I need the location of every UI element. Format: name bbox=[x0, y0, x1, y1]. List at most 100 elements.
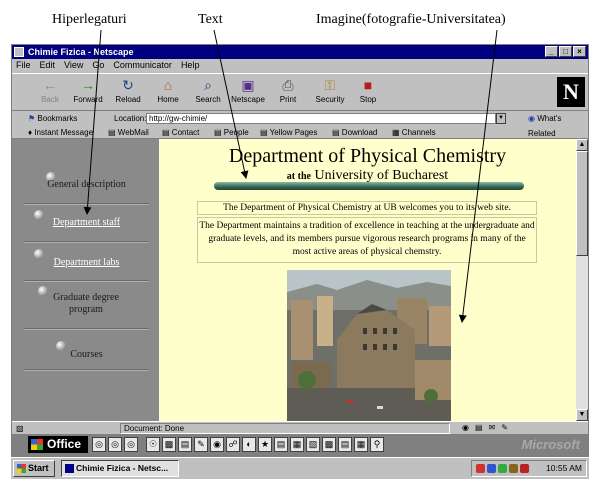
security-button[interactable]: ⚿ Security bbox=[310, 76, 350, 109]
status-bar: ▧ Document: Done ◉▤✉✎ bbox=[12, 421, 588, 434]
netscape-icon: ▣ bbox=[241, 77, 255, 93]
menu-file[interactable]: File bbox=[16, 59, 31, 72]
office-app-icon[interactable]: ▤ bbox=[274, 437, 288, 452]
office-app-icon[interactable]: ▧ bbox=[306, 437, 320, 452]
office-app-icon[interactable]: ★ bbox=[258, 437, 272, 452]
security-lock-icon: ⚿ bbox=[324, 77, 336, 93]
menu-bar: File Edit View Go Communicator Help bbox=[12, 59, 588, 72]
instant-message-link[interactable]: ♦ Instant Message bbox=[28, 126, 93, 139]
download-link[interactable]: ▤ Download bbox=[332, 126, 377, 139]
sidebar-link-department-staff[interactable]: Department staff bbox=[24, 217, 149, 228]
sidebar-item-general-description[interactable]: General description bbox=[24, 179, 149, 190]
tray-icon[interactable] bbox=[520, 464, 529, 473]
welcome-text: The Department of Physical Chemistry at … bbox=[197, 201, 537, 215]
windows-flag-icon bbox=[17, 464, 26, 473]
location-toolbar: ⚑ Bookmarks Location: http://gw-chimie/ … bbox=[12, 111, 588, 138]
contact-link[interactable]: ▤ Contact bbox=[162, 126, 199, 139]
reload-button[interactable]: ↻ Reload bbox=[108, 76, 148, 109]
office-app-icon[interactable]: ▩ bbox=[322, 437, 336, 452]
taskbar-clock[interactable]: 10:55 AM bbox=[546, 461, 582, 476]
related-icon: ◉ bbox=[528, 114, 535, 123]
menu-view[interactable]: View bbox=[64, 59, 83, 72]
office-app-icon[interactable]: ◎ bbox=[108, 437, 122, 452]
webmail-link[interactable]: ▤ WebMail bbox=[108, 126, 149, 139]
office-app-icon[interactable]: ▩ bbox=[162, 437, 176, 452]
menu-help[interactable]: Help bbox=[181, 59, 200, 72]
stop-icon: ■ bbox=[363, 77, 373, 93]
bookmark-page-icon: ▤ bbox=[214, 128, 222, 137]
office-app-icon[interactable]: ▤ bbox=[178, 437, 192, 452]
netscape-app-icon bbox=[14, 47, 24, 57]
search-icon: ⌕ bbox=[204, 77, 212, 93]
system-tray: 10:55 AM bbox=[471, 460, 587, 477]
taskbar-item-netscape[interactable]: Chimie Fizica - Netsc... bbox=[61, 460, 179, 477]
instant-message-icon: ♦ bbox=[28, 128, 33, 137]
stop-button[interactable]: ■ Stop bbox=[348, 76, 388, 109]
channels-link[interactable]: ▦ Channels bbox=[392, 126, 436, 139]
maximize-button[interactable]: □ bbox=[559, 46, 572, 57]
bookmarks-button[interactable]: ⚑ Bookmarks bbox=[28, 111, 77, 126]
scroll-up-arrow-icon[interactable]: ▲ bbox=[576, 139, 588, 151]
tray-icon[interactable] bbox=[498, 464, 507, 473]
office-app-icon[interactable]: ▦ bbox=[290, 437, 304, 452]
url-dropdown-arrow-icon[interactable]: ▼ bbox=[496, 113, 506, 124]
status-text: Document: Done bbox=[120, 423, 450, 434]
close-button[interactable]: × bbox=[573, 46, 586, 57]
tray-icon[interactable] bbox=[509, 464, 518, 473]
office-app-icon[interactable]: ◉ bbox=[210, 437, 224, 452]
status-tray-icons: ◉▤✉✎ bbox=[462, 423, 514, 432]
vertical-scrollbar[interactable]: ▲ ▼ bbox=[576, 139, 588, 421]
sidebar-divider bbox=[24, 280, 149, 282]
sidebar-item-courses[interactable]: Courses bbox=[24, 349, 149, 360]
back-arrow-icon: ← bbox=[43, 77, 57, 93]
bookmark-icon: ⚑ bbox=[28, 114, 36, 123]
annotation-text: Text bbox=[198, 12, 223, 27]
search-button[interactable]: ⌕ Search bbox=[188, 76, 228, 109]
office-app-icon[interactable]: ▦ bbox=[354, 437, 368, 452]
window-title: Chimie Fizica - Netscape bbox=[28, 47, 134, 57]
netscape-logo[interactable]: N bbox=[557, 77, 585, 107]
url-input[interactable]: http://gw-chimie/ bbox=[146, 113, 496, 124]
office-app-icon[interactable]: ▤ bbox=[338, 437, 352, 452]
sidebar-divider bbox=[24, 203, 149, 205]
scroll-thumb[interactable] bbox=[576, 151, 588, 256]
tray-icon[interactable] bbox=[487, 464, 496, 473]
menu-edit[interactable]: Edit bbox=[40, 59, 56, 72]
bookmark-page-icon: ▤ bbox=[260, 128, 268, 137]
office-app-icon[interactable]: ☉ bbox=[146, 437, 160, 452]
bookmark-page-icon: ▤ bbox=[332, 128, 340, 137]
sidebar-divider bbox=[24, 328, 149, 330]
back-button[interactable]: ← Back bbox=[30, 76, 70, 109]
start-button[interactable]: Start bbox=[13, 460, 55, 477]
menu-go[interactable]: Go bbox=[92, 59, 104, 72]
people-link[interactable]: ▤ People bbox=[214, 126, 249, 139]
netscape-app-icon bbox=[65, 464, 74, 473]
home-button[interactable]: ⌂ Home bbox=[148, 76, 188, 109]
title-bar[interactable]: Chimie Fizica - Netscape _ □ × bbox=[12, 45, 588, 59]
office-app-icon[interactable]: ◎ bbox=[92, 437, 106, 452]
yellow-pages-link[interactable]: ▤ Yellow Pages bbox=[260, 126, 317, 139]
tray-icon[interactable] bbox=[476, 464, 485, 473]
netscape-button[interactable]: ▣ Netscape bbox=[228, 76, 268, 109]
office-app-icon[interactable]: ☍ bbox=[226, 437, 240, 452]
office-app-icon[interactable]: ✎ bbox=[194, 437, 208, 452]
office-app-icon[interactable]: ◐ bbox=[242, 437, 256, 452]
office-app-icon[interactable]: ◎ bbox=[124, 437, 138, 452]
forward-arrow-icon: → bbox=[81, 77, 95, 93]
reload-icon: ↻ bbox=[122, 77, 134, 93]
print-button[interactable]: ⎙ Print bbox=[268, 76, 308, 109]
office-app-icon[interactable]: ⚲ bbox=[370, 437, 384, 452]
minimize-button[interactable]: _ bbox=[545, 46, 558, 57]
office-button[interactable]: Office bbox=[28, 436, 88, 453]
office-flag-icon bbox=[31, 439, 43, 450]
forward-button[interactable]: → Forward bbox=[68, 76, 108, 109]
menu-communicator[interactable]: Communicator bbox=[113, 59, 172, 72]
navigation-toolbar: ← Back → Forward ↻ Reload ⌂ Home ⌕ Searc… bbox=[12, 73, 588, 111]
annotation-hyperlinks: Hiperlegaturi bbox=[52, 12, 127, 27]
sidebar-item-graduate-program[interactable]: Graduate degree program bbox=[40, 292, 132, 316]
office-shortcut-bar: Office ◎ ◎ ◎ ☉ ▩ ▤ ✎ ◉ ☍ ◐ ★ ▤ ▦ ▧ ▩ ▤ ▦… bbox=[12, 434, 588, 456]
scroll-down-arrow-icon[interactable]: ▼ bbox=[576, 409, 588, 421]
page-content: General description Department staff Dep… bbox=[12, 139, 588, 421]
annotation-image: Imagine(fotografie-Universitatea) bbox=[316, 12, 506, 27]
sidebar-link-department-labs[interactable]: Department labs bbox=[24, 257, 149, 268]
